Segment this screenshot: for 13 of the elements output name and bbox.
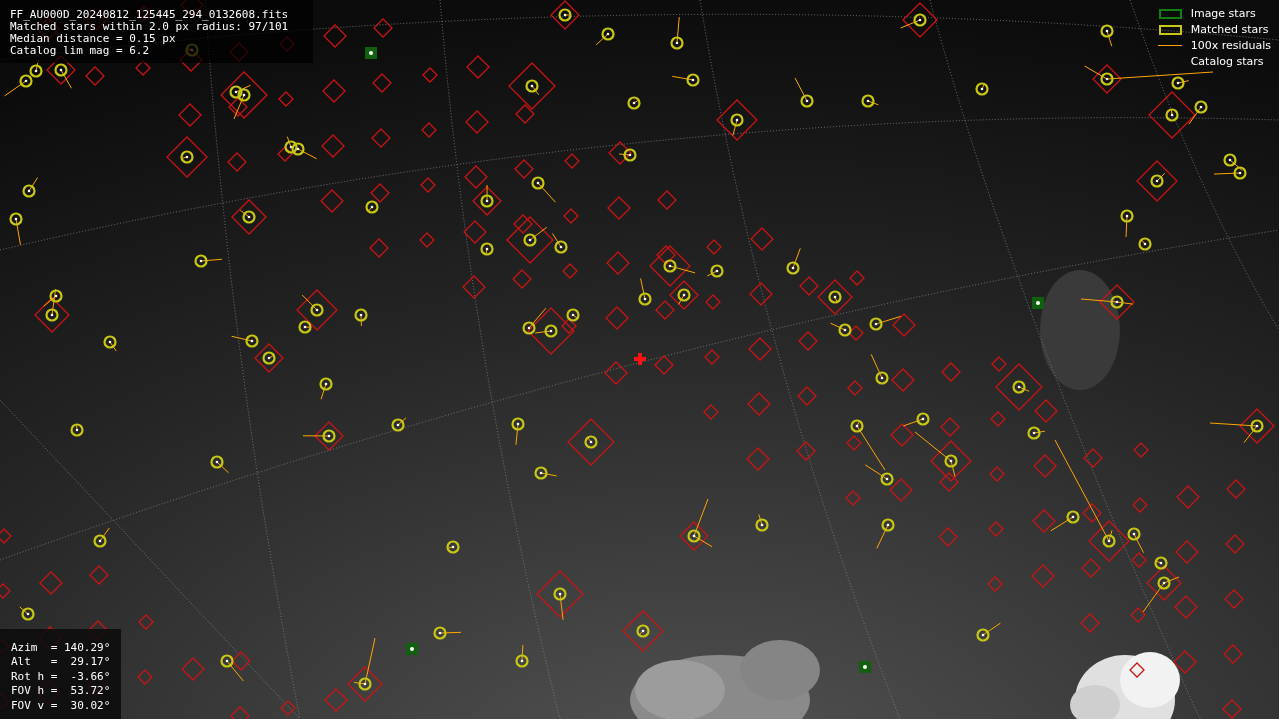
pointing-text: Rot h = -3.66° — [11, 669, 111, 684]
pointing-text: Alt = 29.17° — [11, 655, 111, 670]
pointing-text: Azim = 140.29° — [11, 640, 111, 655]
info-text: Catalog lim mag = 6.2 — [10, 45, 150, 57]
info-text: Median distance = 0.15 px — [10, 33, 176, 45]
pointing-text: FOV v = 30.02° — [11, 698, 111, 713]
legend-label: Matched stars — [1190, 23, 1269, 36]
legend-label: Catalog stars — [1190, 55, 1264, 68]
legend-label: Image stars — [1190, 7, 1256, 20]
info-text: FF_AU000D_20240812_125445_294_0132608.fits — [10, 9, 289, 21]
legend-label: 100x residuals — [1190, 39, 1271, 52]
info-text: Matched stars within 2.0 px radius: 97/101 — [10, 21, 289, 33]
pointing-text: FOV h = 53.72° — [11, 684, 111, 699]
